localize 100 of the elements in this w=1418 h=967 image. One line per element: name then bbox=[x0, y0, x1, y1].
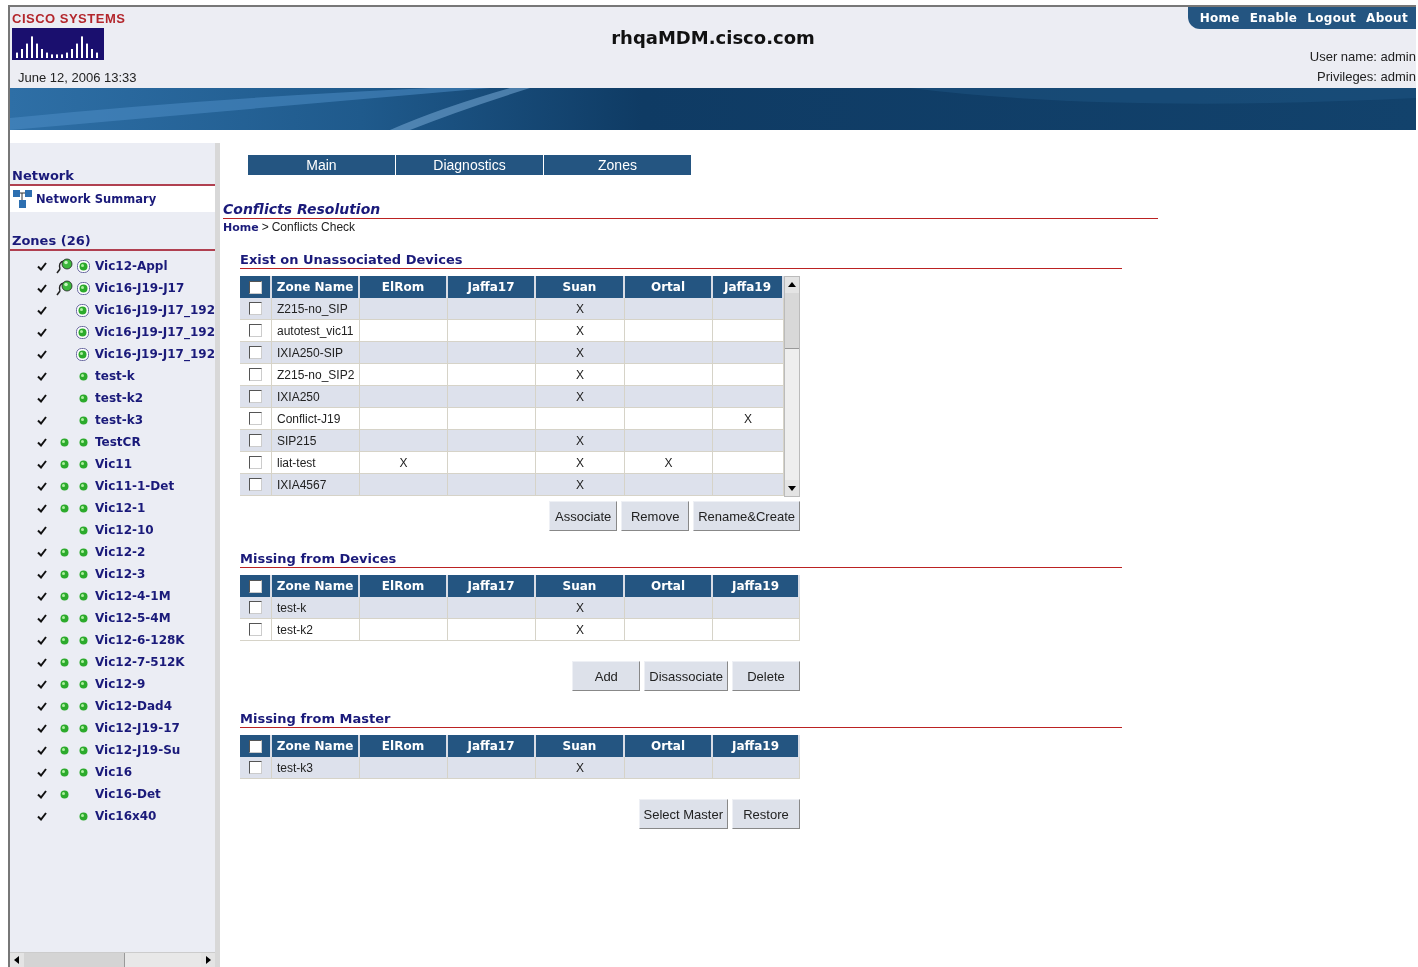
zone-link[interactable]: Vic12-6-128K bbox=[95, 633, 185, 647]
action-button[interactable]: Delete bbox=[732, 661, 800, 691]
zone-link[interactable]: Vic16-J19-J17_192 bbox=[94, 325, 215, 339]
zone-link[interactable]: TestCR bbox=[95, 435, 141, 449]
nav-tab[interactable]: Main bbox=[248, 155, 395, 175]
network-summary-item[interactable]: Network Summary bbox=[10, 186, 215, 212]
action-button[interactable]: Restore bbox=[732, 799, 800, 829]
table-cell: X bbox=[536, 342, 625, 364]
zone-link[interactable]: Vic12-9 bbox=[95, 677, 146, 691]
status-dot-icon bbox=[78, 525, 88, 535]
section-title: Missing from Devices bbox=[240, 551, 1122, 568]
status-dot-icon bbox=[78, 371, 88, 381]
checkbox[interactable] bbox=[249, 761, 262, 774]
breadcrumb-link[interactable]: Home bbox=[223, 221, 259, 234]
zone-link[interactable]: Vic12-Appl bbox=[95, 259, 168, 273]
zone-link[interactable]: Vic12-2 bbox=[95, 545, 146, 559]
device-link-icon bbox=[55, 258, 73, 274]
zone-link[interactable]: test-k3 bbox=[95, 413, 144, 427]
zone-link[interactable]: test-k bbox=[95, 369, 135, 383]
column-header: Suan bbox=[536, 276, 625, 298]
checkbox[interactable] bbox=[249, 346, 262, 359]
table-cell: IXIA250 bbox=[272, 386, 360, 408]
top-nav-link[interactable]: Enable bbox=[1249, 11, 1298, 25]
action-button[interactable]: Add bbox=[572, 661, 641, 691]
zone-link[interactable]: Vic12-4-1M bbox=[95, 589, 171, 603]
checkbox[interactable] bbox=[249, 302, 262, 315]
nav-tab[interactable]: Zones bbox=[544, 155, 691, 175]
zone-link[interactable]: Vic11-1-Det bbox=[95, 479, 175, 493]
date-text: June 12, 2006 13:33 bbox=[18, 70, 137, 85]
checkbox[interactable] bbox=[249, 324, 262, 337]
column-header: Zone Name bbox=[272, 276, 360, 298]
status-dot-icon bbox=[59, 657, 69, 667]
zone-link[interactable]: test-k2 bbox=[95, 391, 144, 405]
action-button[interactable]: Select Master bbox=[638, 799, 728, 829]
checkbox[interactable] bbox=[248, 739, 262, 753]
scroll-up-icon[interactable] bbox=[785, 277, 799, 293]
column-header: Jaffa19 bbox=[713, 575, 800, 597]
checkbox[interactable] bbox=[249, 623, 262, 636]
table-cell: X bbox=[536, 386, 625, 408]
column-header: Suan bbox=[536, 735, 625, 757]
checkbox[interactable] bbox=[248, 579, 262, 593]
host-name: rhqaMDM.cisco.com bbox=[610, 26, 816, 50]
zone-link[interactable]: Vic12-7-512K bbox=[95, 655, 185, 669]
zone-link[interactable]: Vic12-3 bbox=[95, 567, 146, 581]
checkbox[interactable] bbox=[249, 412, 262, 425]
scroll-thumb[interactable] bbox=[785, 293, 799, 349]
top-nav-link[interactable]: About bbox=[1366, 11, 1408, 25]
zone-link[interactable]: Vic16x40 bbox=[95, 809, 157, 823]
table-cell: IXIA4567 bbox=[272, 474, 360, 496]
checkbox[interactable] bbox=[249, 478, 262, 491]
action-button[interactable]: Disassociate bbox=[644, 661, 728, 691]
ringed-status-icon bbox=[76, 347, 90, 361]
status-dot-icon bbox=[78, 613, 88, 623]
zone-link[interactable]: Vic16-J19-J17_192 bbox=[94, 303, 215, 317]
zone-link[interactable]: Vic12-J19-Su bbox=[95, 743, 181, 757]
scroll-thumb[interactable] bbox=[24, 953, 125, 967]
checkbox[interactable] bbox=[249, 601, 262, 614]
zone-link[interactable]: Vic12-Dad4 bbox=[95, 699, 172, 713]
zone-link[interactable]: Vic12-J19-17 bbox=[95, 721, 180, 735]
zone-link[interactable]: Vic16-Det bbox=[95, 787, 161, 801]
section-title: Missing from Master bbox=[240, 711, 1122, 728]
column-header: Jaffa19 bbox=[713, 735, 800, 757]
checkbox[interactable] bbox=[249, 456, 262, 469]
zone-link[interactable]: Vic16-J19-J17 bbox=[95, 281, 185, 295]
checkbox[interactable] bbox=[248, 280, 262, 294]
table-cell: X bbox=[536, 474, 625, 496]
nav-tab[interactable]: Diagnostics bbox=[396, 155, 543, 175]
horizontal-scrollbar[interactable] bbox=[10, 952, 215, 967]
action-button[interactable]: Rename&Create bbox=[693, 501, 800, 531]
zone-link[interactable]: Vic16 bbox=[95, 765, 132, 779]
top-nav-link[interactable]: Logout bbox=[1307, 11, 1357, 25]
table-cell: X bbox=[536, 364, 625, 386]
status-dot-icon bbox=[78, 767, 88, 777]
zone-link[interactable]: Vic12-1 bbox=[95, 501, 146, 515]
page-title: Conflicts Resolution bbox=[223, 201, 1158, 219]
checkbox[interactable] bbox=[249, 434, 262, 447]
table-cell: X bbox=[360, 452, 448, 474]
status-dot-icon bbox=[59, 459, 69, 469]
checkbox[interactable] bbox=[249, 368, 262, 381]
status-dot-icon bbox=[78, 481, 88, 491]
column-header: Ortal bbox=[625, 276, 713, 298]
zone-link[interactable]: Vic11 bbox=[95, 457, 132, 471]
breadcrumb-current: Conflicts Check bbox=[271, 220, 356, 234]
column-header: Jaffa17 bbox=[448, 575, 536, 597]
user-name-text: User name: admin bbox=[1309, 48, 1416, 66]
checkbox[interactable] bbox=[249, 390, 262, 403]
zone-link[interactable]: Vic12-10 bbox=[95, 523, 154, 537]
vertical-scrollbar[interactable] bbox=[784, 276, 800, 497]
status-dot-icon bbox=[78, 701, 88, 711]
status-dot-icon bbox=[59, 723, 69, 733]
table-cell: X bbox=[536, 298, 625, 320]
action-button[interactable]: Associate bbox=[549, 501, 618, 531]
scroll-down-icon[interactable] bbox=[785, 480, 799, 496]
status-dot-icon bbox=[78, 503, 88, 513]
top-nav-link[interactable]: Home bbox=[1199, 11, 1240, 25]
zone-link[interactable]: Vic16-J19-J17_192 bbox=[94, 347, 215, 361]
status-dot-icon bbox=[78, 723, 88, 733]
zone-link[interactable]: Vic12-5-4M bbox=[95, 611, 171, 625]
status-dot-icon bbox=[59, 701, 69, 711]
action-button[interactable]: Remove bbox=[621, 501, 690, 531]
